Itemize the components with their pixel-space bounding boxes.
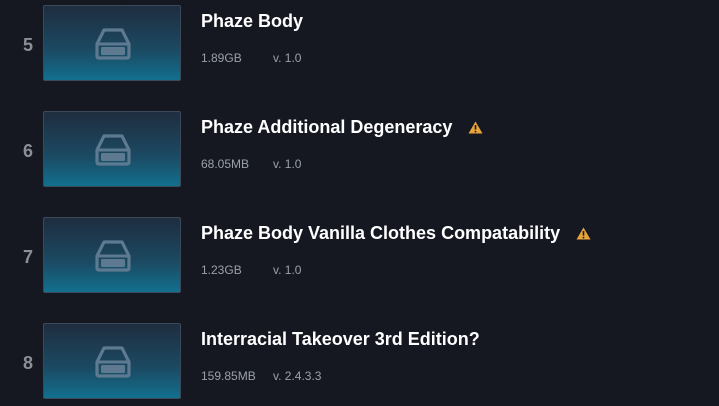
mod-row[interactable]: 6 Phaze Additional Degeneracy 68.05MB v.…	[0, 111, 719, 191]
warning-icon[interactable]	[468, 121, 483, 134]
mod-version: v. 2.4.3.3	[273, 369, 322, 383]
mod-size: 68.05MB	[201, 157, 250, 171]
mod-meta: 1.89GB v. 1.0	[201, 51, 301, 65]
mod-title[interactable]: Phaze Body	[201, 11, 303, 32]
mod-title-line: Phaze Body Vanilla Clothes Compatability	[201, 220, 591, 246]
mod-version: v. 1.0	[273, 157, 302, 171]
mod-title-line: Interracial Takeover 3rd Edition?	[201, 326, 480, 352]
mod-thumbnail[interactable]	[43, 111, 181, 187]
drive-icon	[95, 134, 131, 166]
mod-index: 6	[22, 141, 33, 161]
mod-row[interactable]: 7 Phaze Body Vanilla Clothes Compatabili…	[0, 217, 719, 297]
mod-index: 7	[22, 247, 33, 267]
mod-meta: 1.23GB v. 1.0	[201, 263, 301, 277]
mod-title-line: Phaze Body	[201, 8, 303, 34]
drive-icon	[95, 28, 131, 60]
mod-title[interactable]: Phaze Body Vanilla Clothes Compatability	[201, 223, 560, 244]
mod-row[interactable]: 8 Interracial Takeover 3rd Edition? 159.…	[0, 323, 719, 403]
mod-title[interactable]: Phaze Additional Degeneracy	[201, 117, 452, 138]
mod-version: v. 1.0	[273, 263, 302, 277]
mod-size: 1.23GB	[201, 263, 242, 277]
mod-version: v. 1.0	[273, 51, 302, 65]
mod-index: 5	[22, 35, 33, 55]
mod-meta: 68.05MB v. 1.0	[201, 157, 301, 171]
mod-thumbnail[interactable]	[43, 323, 181, 399]
mod-list: 5 Phaze Body 1.89GB v. 1.0 6 Phaze Addit…	[0, 0, 719, 406]
mod-title[interactable]: Interracial Takeover 3rd Edition?	[201, 329, 480, 350]
mod-size: 159.85MB	[201, 369, 256, 383]
warning-icon[interactable]	[576, 227, 591, 240]
mod-meta: 159.85MB v. 2.4.3.3	[201, 369, 321, 383]
mod-index: 8	[22, 353, 33, 373]
mod-row[interactable]: 5 Phaze Body 1.89GB v. 1.0	[0, 5, 719, 85]
mod-thumbnail[interactable]	[43, 5, 181, 81]
mod-title-line: Phaze Additional Degeneracy	[201, 114, 483, 140]
drive-icon	[95, 240, 131, 272]
mod-size: 1.89GB	[201, 51, 242, 65]
mod-thumbnail[interactable]	[43, 217, 181, 293]
drive-icon	[95, 346, 131, 378]
